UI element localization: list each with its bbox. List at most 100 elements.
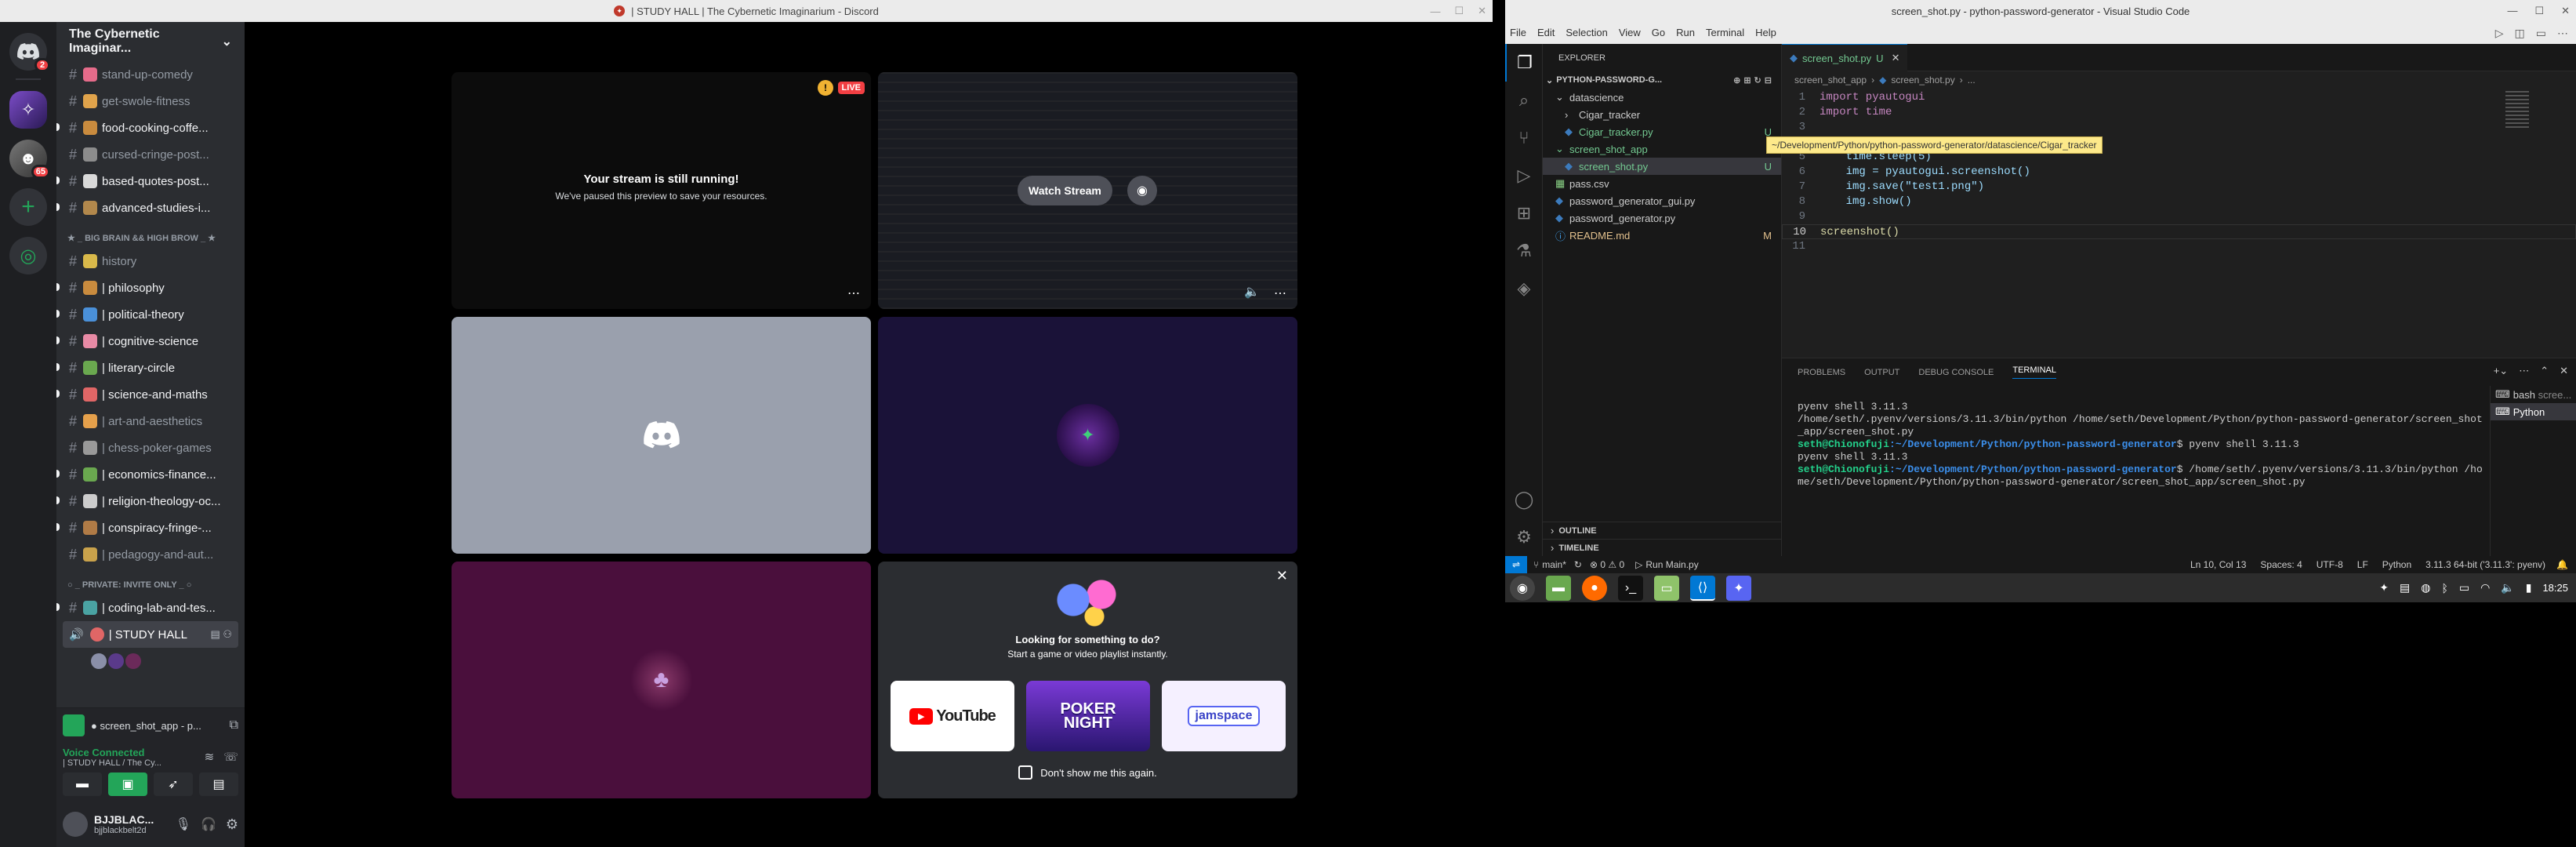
files-icon[interactable]: ▬ [1546,575,1571,601]
channel-item[interactable]: # | coding-lab-and-tes... [56,594,245,621]
file-tree-item[interactable]: ▦ pass.csv [1543,175,1781,192]
participant-tile-default[interactable] [452,317,871,554]
voice-channel-study-hall[interactable]: 🔊 | STUDY HALL ▤ ⚇ [63,621,238,648]
status-errors[interactable]: ⊗ 0 ⚠ 0 [1590,559,1624,570]
channel-item[interactable]: # | political-theory [56,301,245,328]
stream-card[interactable]: ● screen_shot_app - p... ⧉ [56,708,245,743]
server-icon-2[interactable]: ☻ 65 [9,140,50,179]
terminal-list-item[interactable]: ⌨ bash scree... [2491,386,2576,403]
project-root[interactable]: ⌄ PYTHON-PASSWORD-G... ⊕⊞↻⊟ [1543,71,1781,89]
headphones-icon[interactable]: 🎧 [201,816,216,832]
terminal-list-item[interactable]: ⌨ Python [2491,403,2576,420]
status-item[interactable]: UTF-8 [2317,559,2343,570]
category-big-brain[interactable]: ★ _ BIG BRAIN && HIGH BROW _ ★ [56,221,245,248]
channel-item[interactable]: # based-quotes-post... [56,168,245,194]
source-control-icon[interactable]: ⑂ [1505,119,1543,157]
clipboard-icon[interactable]: ▤ [2400,581,2410,594]
noise-suppression-icon[interactable]: ≋ [205,750,215,764]
tab-screen-shot[interactable]: ◆ screen_shot.py U ✕ [1782,44,1908,71]
close-button[interactable]: ✕ [2561,5,2570,17]
terminal-icon[interactable]: ›_ [1618,575,1643,601]
breadcrumb-more[interactable]: ... [1968,75,1976,85]
status-item[interactable]: Python [2382,559,2411,570]
participant-avatar[interactable] [108,653,124,669]
channel-item[interactable]: # | pedagogy-and-aut... [56,541,245,568]
add-reaction-button[interactable]: ◉ [1127,176,1157,205]
voice-sub[interactable]: | STUDY HALL / The Cy... [63,758,161,768]
breadcrumb-file[interactable]: screen_shot.py [1891,75,1954,85]
file-tree-item[interactable]: ◆ password_generator_gui.py [1543,192,1781,209]
file-tree-item[interactable]: ◆ Cigar_tracker.py U [1543,123,1781,140]
maximize-panel-icon[interactable]: ⌃ [2540,365,2549,377]
minimap[interactable] [2505,91,2529,130]
file-tree-item[interactable]: › Cigar_tracker [1543,106,1781,123]
camera-button[interactable]: ▬ [63,772,102,796]
close-icon[interactable]: ✕ [1276,568,1288,584]
screen-share-button[interactable]: ▣ [108,772,147,796]
youtube-activity[interactable]: ▶ YouTube [891,681,1014,751]
channel-item[interactable]: # | religion-theology-oc... [56,488,245,514]
status-branch[interactable]: main* [1542,559,1566,570]
new-terminal-icon[interactable]: +⌄ [2494,365,2508,377]
file-tree-item[interactable]: ⓘ README.md M [1543,227,1781,244]
participant-avatar[interactable] [125,653,141,669]
more-icon[interactable]: ⋯ [2519,365,2529,377]
account-icon[interactable]: ◯ [1505,481,1543,518]
breadcrumb-folder[interactable]: screen_shot_app [1794,75,1867,85]
menu-item[interactable]: Selection [1566,27,1607,38]
status-item[interactable]: Ln 10, Col 13 [2190,559,2246,570]
status-item[interactable]: LF [2357,559,2368,570]
extensions-icon[interactable]: ⊞ [1505,194,1543,232]
volume-icon[interactable]: 🔈 [2501,581,2514,594]
channel-item[interactable]: # get-swole-fitness [56,88,245,115]
run-icon[interactable]: ▷ [2495,27,2504,40]
channel-item[interactable]: # | cognitive-science [56,328,245,354]
explorer-icon[interactable]: ❐ [1505,44,1543,82]
add-server-button[interactable]: + [9,188,47,226]
wifi-icon[interactable]: ◠ [2480,581,2490,594]
jamspace-activity[interactable]: jamspace [1162,681,1286,751]
explore-servers-button[interactable]: ◎ [9,237,47,274]
dont-show-checkbox[interactable] [1018,765,1033,780]
more-options-icon[interactable]: ⋯ [847,285,860,301]
manage-gear-icon[interactable]: ⚙ [1505,518,1543,556]
close-panel-icon[interactable]: ✕ [2560,365,2568,377]
stream-tile-preview[interactable]: Watch Stream ◉ 🔈 ⋯ [878,72,1297,309]
panel-tab[interactable]: DEBUG CONSOLE [1918,368,1994,377]
menu-item[interactable]: Terminal [1706,27,1744,38]
channel-item[interactable]: # | economics-finance... [56,461,245,488]
python-icon[interactable]: ◈ [1505,270,1543,307]
status-run[interactable]: Run Main.py [1645,559,1698,570]
steam-icon[interactable]: ◍ [2421,581,2430,594]
more-options-icon[interactable]: ⋯ [1274,285,1286,301]
poker-night-activity[interactable]: POKER NIGHT [1026,681,1150,751]
explorer-actions-icons[interactable]: ⊕⊞↻⊟ [1733,75,1775,85]
clock[interactable]: 18:25 [2542,582,2568,594]
participant-avatar[interactable] [91,653,107,669]
popout-icon[interactable]: ⧉ [230,718,238,732]
battery-icon[interactable]: ▮ [2526,581,2532,594]
channel-item[interactable]: # | literary-circle [56,354,245,381]
vscode-icon[interactable]: ⟨⟩ [1690,575,1715,601]
panel-tab[interactable]: PROBLEMS [1798,368,1845,377]
app-launcher-icon[interactable]: ◉ [1510,575,1535,601]
bluetooth-icon[interactable]: ᛒ [2441,582,2447,594]
firefox-icon[interactable]: ● [1582,575,1607,601]
file-tree-item[interactable]: ⌄ datascience [1543,89,1781,106]
soundboard-button[interactable]: ▤ [199,772,238,796]
close-tab-icon[interactable]: ✕ [1892,52,1900,64]
channel-item[interactable]: # food-cooking-coffe... [56,115,245,141]
menu-item[interactable]: Go [1652,27,1665,38]
channel-item[interactable]: # advanced-studies-i... [56,194,245,221]
direct-messages-button[interactable]: 2 [9,33,50,72]
code-editor[interactable]: 1import pyautogui2import time345 time.sl… [1782,89,2576,254]
file-tree-item[interactable]: ◆ screen_shot.py U [1543,158,1781,175]
participant-tile-3[interactable]: ♣ [452,562,871,798]
bell-icon[interactable]: 🔔 [2556,559,2568,570]
panel-tab[interactable]: OUTPUT [1864,368,1899,377]
folder-icon[interactable]: ▭ [1654,575,1679,601]
layout-icon[interactable]: ▭ [2536,27,2546,40]
menu-item[interactable]: Edit [1537,27,1555,38]
file-tree-item[interactable]: ⌄ screen_shot_app [1543,140,1781,158]
display-icon[interactable]: ▭ [2459,581,2469,594]
